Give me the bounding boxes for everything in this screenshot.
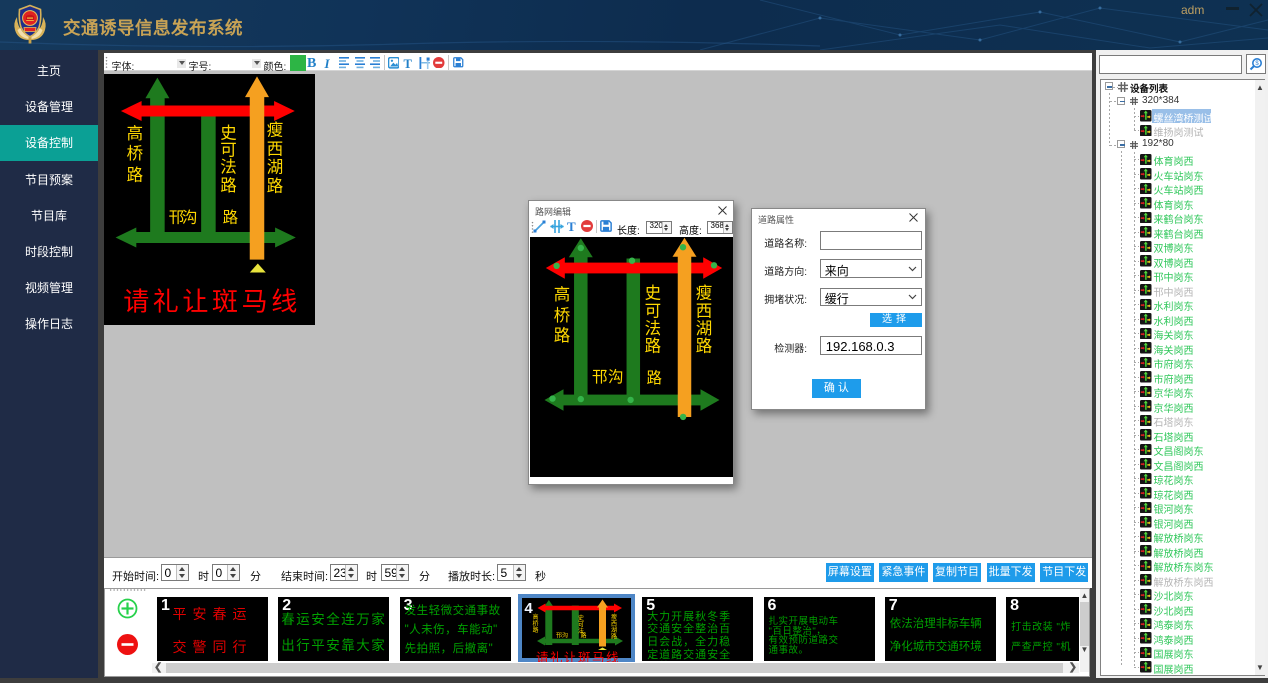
svg-text:高: 高 — [554, 285, 571, 304]
svg-text:可: 可 — [578, 622, 584, 629]
svg-text:桥: 桥 — [127, 144, 144, 163]
svg-text:请礼让斑马线: 请礼让斑马线 — [123, 287, 301, 317]
svg-text:瘦: 瘦 — [696, 284, 713, 303]
svg-text:高: 高 — [127, 124, 144, 143]
svg-text:路: 路 — [696, 337, 713, 356]
svg-text:路: 路 — [223, 209, 239, 227]
svg-text:可: 可 — [645, 303, 662, 321]
svg-text:路: 路 — [554, 326, 571, 345]
svg-text:桥: 桥 — [554, 306, 571, 325]
svg-text:邗沟: 邗沟 — [556, 632, 568, 640]
svg-text:沟: 沟 — [182, 209, 198, 227]
svg-text:西: 西 — [696, 303, 713, 321]
svg-text:法: 法 — [220, 158, 237, 177]
svg-text:路: 路 — [581, 632, 587, 640]
svg-text:邗: 邗 — [592, 368, 608, 386]
svg-text:桥: 桥 — [533, 620, 539, 628]
svg-text:瘦: 瘦 — [611, 613, 617, 621]
svg-text:湖: 湖 — [696, 319, 713, 338]
svg-text:瘦: 瘦 — [267, 121, 284, 140]
svg-text:路: 路 — [127, 165, 144, 184]
svg-text:沟: 沟 — [608, 368, 624, 386]
svg-text:法: 法 — [645, 319, 662, 338]
svg-text:史: 史 — [645, 284, 662, 303]
svg-text:湖: 湖 — [611, 626, 617, 634]
svg-text:路: 路 — [533, 626, 539, 634]
svg-text:西: 西 — [267, 140, 284, 158]
svg-text:可: 可 — [220, 141, 237, 159]
svg-text:史: 史 — [220, 124, 237, 143]
svg-text:路: 路 — [646, 369, 662, 387]
svg-text:史: 史 — [578, 614, 584, 622]
svg-text:路: 路 — [220, 176, 237, 195]
svg-text:湖: 湖 — [267, 158, 284, 177]
svg-text:请礼让斑马线: 请礼让斑马线 — [536, 650, 620, 662]
svg-text:路: 路 — [611, 633, 617, 641]
svg-text:路: 路 — [645, 337, 662, 356]
svg-text:西: 西 — [611, 621, 617, 628]
svg-text:高: 高 — [533, 613, 539, 621]
svg-text:路: 路 — [267, 176, 284, 195]
